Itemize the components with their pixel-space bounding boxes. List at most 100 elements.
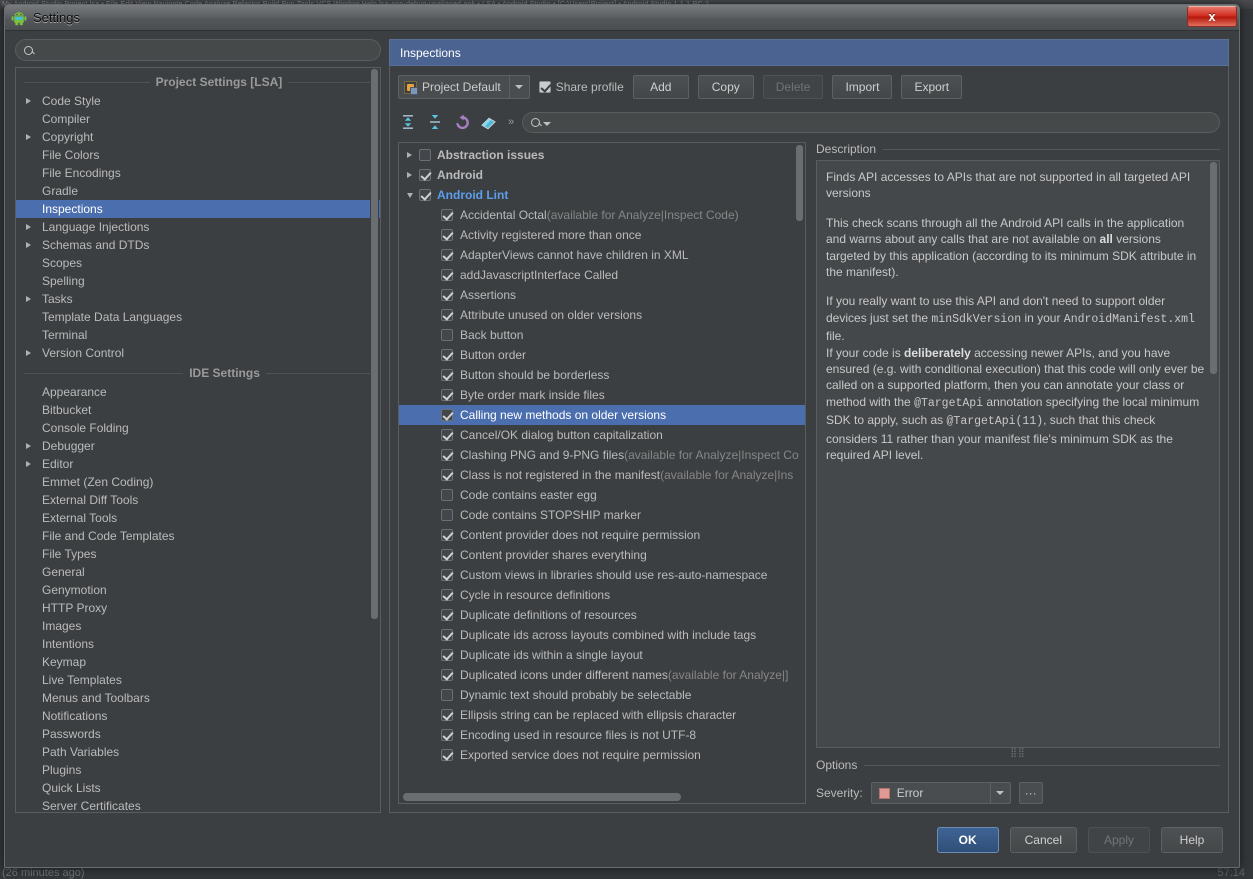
sidebar-item-plugins[interactable]: Plugins bbox=[16, 761, 380, 779]
inspection-tree-row[interactable]: Code contains STOPSHIP marker bbox=[399, 505, 805, 525]
settings-tree-scroll-thumb[interactable] bbox=[371, 69, 378, 619]
inspection-tree-row[interactable]: Custom views in libraries should use res… bbox=[399, 565, 805, 585]
add-button[interactable]: Add bbox=[632, 75, 689, 99]
chevron-down-icon[interactable] bbox=[989, 783, 1010, 803]
inspection-tree-row[interactable]: Calling new methods on older versions bbox=[399, 405, 805, 425]
sidebar-item-file-types[interactable]: File Types bbox=[16, 545, 380, 563]
checkbox-icon[interactable] bbox=[419, 149, 431, 161]
sidebar-item-keymap[interactable]: Keymap bbox=[16, 653, 380, 671]
inspection-tree-row[interactable]: Exported service does not require permis… bbox=[399, 745, 805, 765]
sidebar-item-copyright[interactable]: Copyright bbox=[16, 128, 380, 146]
checkbox-icon[interactable] bbox=[441, 449, 453, 461]
checkbox-icon[interactable] bbox=[441, 709, 453, 721]
export-button[interactable]: Export bbox=[901, 75, 963, 99]
inspection-tree-hscroll-thumb[interactable] bbox=[403, 793, 681, 801]
inspection-tree-row[interactable]: Button should be borderless bbox=[399, 365, 805, 385]
inspection-tree-row[interactable]: Code contains easter egg bbox=[399, 485, 805, 505]
sidebar-item-live-templates[interactable]: Live Templates bbox=[16, 671, 380, 689]
expand-arrow-icon[interactable] bbox=[401, 152, 419, 158]
sidebar-item-notifications[interactable]: Notifications bbox=[16, 707, 380, 725]
severity-select[interactable]: Error bbox=[870, 782, 1011, 804]
expand-arrow-icon[interactable] bbox=[26, 350, 42, 356]
search-input[interactable] bbox=[38, 43, 372, 57]
chevron-down-icon[interactable] bbox=[508, 76, 529, 98]
collapse-all-icon[interactable] bbox=[425, 112, 445, 132]
inspection-tree-row[interactable]: Accidental Octal (available for Analyze|… bbox=[399, 205, 805, 225]
inspection-tree-row[interactable]: Activity registered more than once bbox=[399, 225, 805, 245]
sidebar-item-path-variables[interactable]: Path Variables bbox=[16, 743, 380, 761]
checkbox-icon[interactable] bbox=[441, 249, 453, 261]
inspection-tree-row[interactable]: Back button bbox=[399, 325, 805, 345]
sidebar-item-terminal[interactable]: Terminal bbox=[16, 326, 380, 344]
expand-arrow-icon[interactable] bbox=[26, 224, 42, 230]
checkbox-icon[interactable] bbox=[441, 629, 453, 641]
sidebar-item-schemas-and-dtds[interactable]: Schemas and DTDs bbox=[16, 236, 380, 254]
checkbox-icon[interactable] bbox=[441, 549, 453, 561]
sidebar-item-bitbucket[interactable]: Bitbucket bbox=[16, 401, 380, 419]
profile-select[interactable]: Project Default bbox=[398, 75, 530, 99]
inspection-tree-row[interactable]: Duplicate ids across layouts combined wi… bbox=[399, 625, 805, 645]
description-scrollbar[interactable] bbox=[1209, 162, 1218, 746]
inspection-tree-row[interactable]: Content provider does not require permis… bbox=[399, 525, 805, 545]
inspection-tree-hscrollbar[interactable] bbox=[399, 791, 805, 803]
sidebar-item-file-and-code-templates[interactable]: File and Code Templates bbox=[16, 527, 380, 545]
sidebar-item-quick-lists[interactable]: Quick Lists bbox=[16, 779, 380, 797]
checkbox-icon[interactable] bbox=[441, 649, 453, 661]
checkbox-icon[interactable] bbox=[441, 589, 453, 601]
cancel-button[interactable]: Cancel bbox=[1009, 827, 1077, 853]
sidebar-item-template-data-languages[interactable]: Template Data Languages bbox=[16, 308, 380, 326]
sidebar-item-http-proxy[interactable]: HTTP Proxy bbox=[16, 599, 380, 617]
sidebar-item-debugger[interactable]: Debugger bbox=[16, 437, 380, 455]
checkbox-icon[interactable] bbox=[419, 189, 431, 201]
sidebar-item-genymotion[interactable]: Genymotion bbox=[16, 581, 380, 599]
inspection-tree-row[interactable]: Duplicate definitions of resources bbox=[399, 605, 805, 625]
checkbox-icon[interactable] bbox=[441, 569, 453, 581]
sidebar-item-compiler[interactable]: Compiler bbox=[16, 110, 380, 128]
checkbox-icon[interactable] bbox=[441, 289, 453, 301]
sidebar-item-spelling[interactable]: Spelling bbox=[16, 272, 380, 290]
checkbox-icon[interactable] bbox=[441, 729, 453, 741]
checkbox-icon[interactable] bbox=[441, 309, 453, 321]
checkbox-icon[interactable] bbox=[441, 469, 453, 481]
sidebar-item-external-diff-tools[interactable]: External Diff Tools bbox=[16, 491, 380, 509]
checkbox-icon[interactable] bbox=[419, 169, 431, 181]
sidebar-item-appearance[interactable]: Appearance bbox=[16, 383, 380, 401]
expand-arrow-icon[interactable] bbox=[26, 134, 42, 140]
sidebar-item-version-control[interactable]: Version Control bbox=[16, 344, 380, 362]
sidebar-item-language-injections[interactable]: Language Injections bbox=[16, 218, 380, 236]
collapse-arrow-icon[interactable] bbox=[401, 192, 419, 198]
sidebar-item-menus-and-toolbars[interactable]: Menus and Toolbars bbox=[16, 689, 380, 707]
sidebar-item-tasks[interactable]: Tasks bbox=[16, 290, 380, 308]
inspection-search-box[interactable] bbox=[522, 111, 1220, 133]
inspection-tree-row[interactable]: Button order bbox=[399, 345, 805, 365]
sidebar-item-passwords[interactable]: Passwords bbox=[16, 725, 380, 743]
toolbar-overflow-icon[interactable]: » bbox=[508, 116, 514, 128]
checkbox-icon[interactable] bbox=[538, 81, 551, 93]
sidebar-item-console-folding[interactable]: Console Folding bbox=[16, 419, 380, 437]
checkbox-icon[interactable] bbox=[441, 329, 453, 341]
checkbox-icon[interactable] bbox=[441, 349, 453, 361]
inspection-tree[interactable]: Abstraction issues Android Android Lint Acc… bbox=[399, 143, 805, 791]
close-icon[interactable]: x bbox=[1187, 6, 1237, 27]
expand-arrow-icon[interactable] bbox=[401, 172, 419, 178]
ok-button[interactable]: OK bbox=[936, 827, 999, 853]
inspection-tree-vscroll-thumb[interactable] bbox=[796, 145, 803, 221]
import-button[interactable]: Import bbox=[832, 75, 893, 99]
severity-more-button[interactable]: ··· bbox=[1018, 782, 1043, 804]
checkbox-icon[interactable] bbox=[441, 369, 453, 381]
inspection-tree-row[interactable]: Ellipsis string can be replaced with ell… bbox=[399, 705, 805, 725]
sidebar-item-inspections[interactable]: Inspections bbox=[16, 200, 380, 218]
inspection-tree-row[interactable]: Dynamic text should probably be selectab… bbox=[399, 685, 805, 705]
inspection-tree-row[interactable]: Assertions bbox=[399, 285, 805, 305]
description-scroll-thumb[interactable] bbox=[1210, 162, 1217, 374]
checkbox-icon[interactable] bbox=[441, 389, 453, 401]
inspection-tree-row[interactable]: Class is not registered in the manifest … bbox=[399, 465, 805, 485]
sidebar-item-images[interactable]: Images bbox=[16, 617, 380, 635]
sidebar-item-emmet-zen-coding[interactable]: Emmet (Zen Coding) bbox=[16, 473, 380, 491]
checkbox-icon[interactable] bbox=[441, 689, 453, 701]
pane-splitter-handle[interactable]: ⣿⣿ bbox=[816, 747, 1220, 757]
inspection-tree-row[interactable]: Clashing PNG and 9-PNG files (available … bbox=[399, 445, 805, 465]
settings-tree[interactable]: Project Settings [LSA] Code Style Compiler… bbox=[15, 67, 381, 813]
reset-undo-icon[interactable] bbox=[452, 112, 472, 132]
expand-arrow-icon[interactable] bbox=[26, 461, 42, 467]
